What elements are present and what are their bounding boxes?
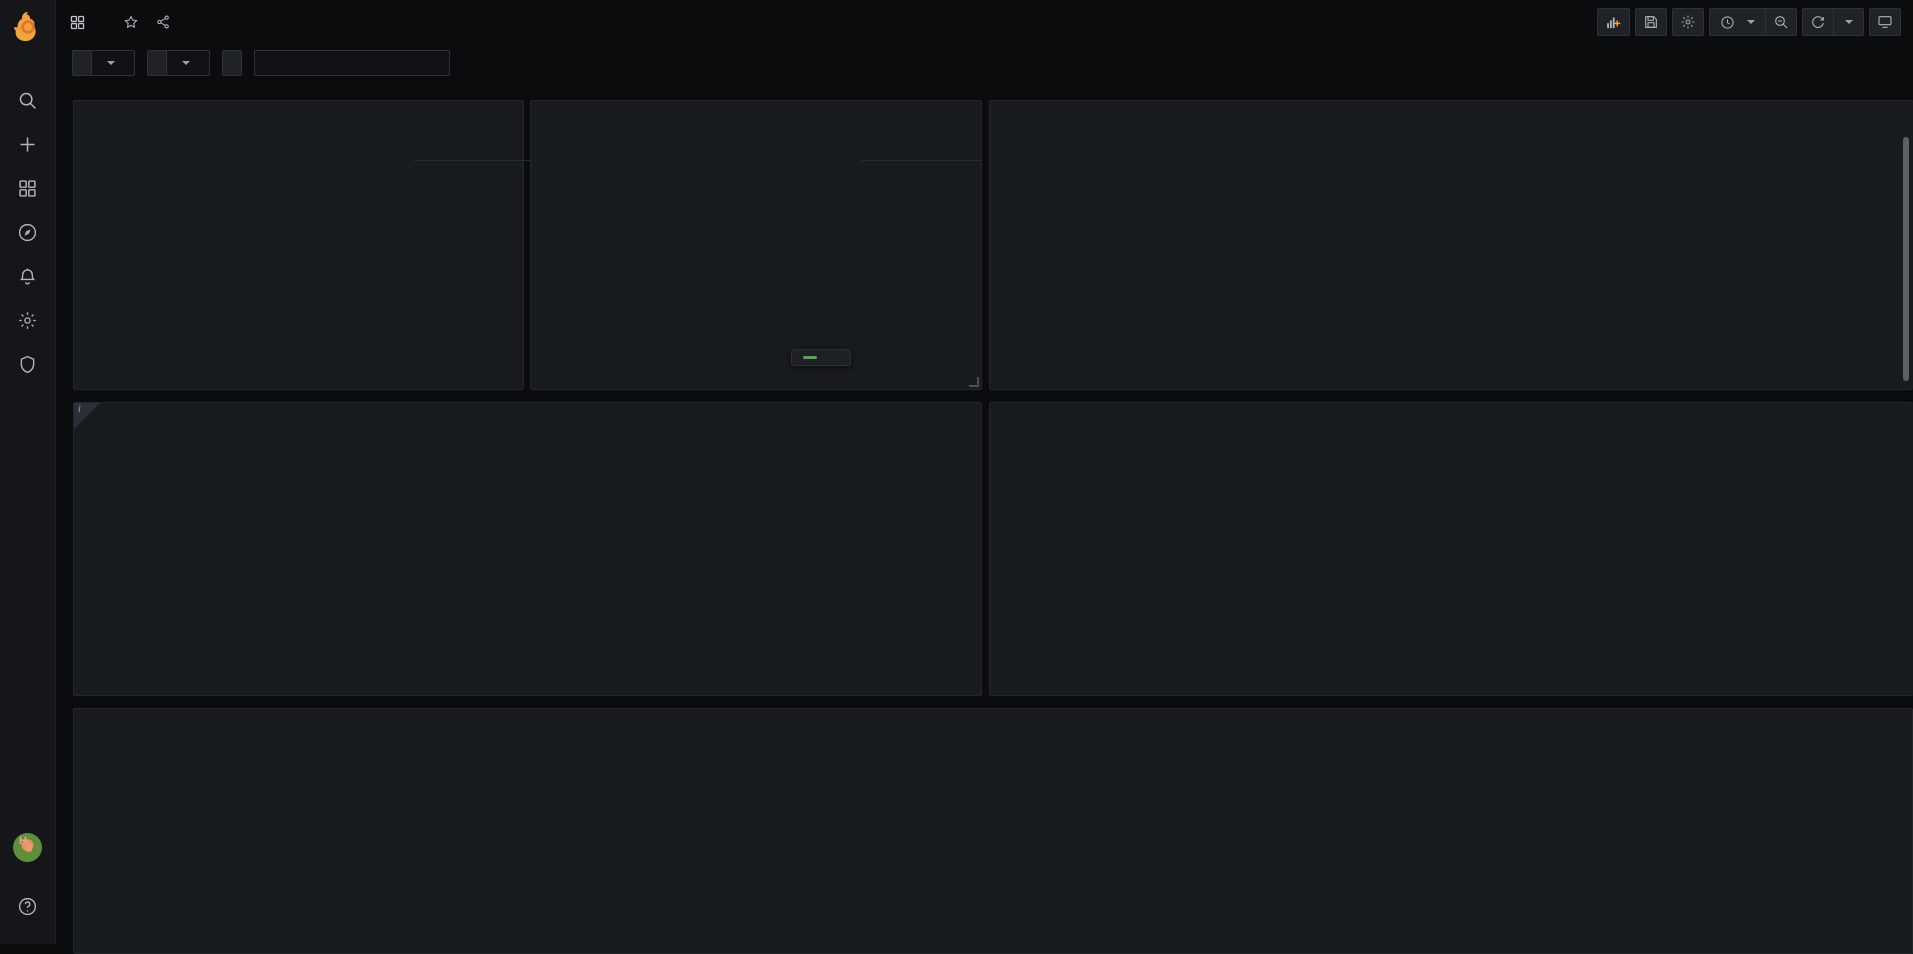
chevron-down-icon [1747,20,1755,24]
variable-label-client-name [72,50,91,76]
timeseries-chart [74,735,1912,953]
time-picker-group [1709,8,1797,36]
variable-select-response-type[interactable] [166,50,210,76]
sidebar-item-configuration[interactable] [7,298,49,342]
star-icon[interactable] [123,14,139,30]
save-icon[interactable] [1635,8,1667,36]
panel-title [74,101,523,108]
sidebar-item-alerting[interactable] [7,254,49,298]
variable-response-type [147,50,210,76]
refresh-icon[interactable] [1802,8,1834,36]
chart-tooltip [791,349,851,366]
pie-chart [149,149,349,349]
clock-icon [1720,15,1735,30]
tv-kiosk-icon[interactable] [1869,8,1901,36]
variable-label-response-type [147,50,166,76]
panel-top-20-effective-tld1: i [73,402,982,696]
panel-query-count-by-response-type [73,100,592,390]
panel-blocked-by-blacklist [530,100,982,390]
dashboard-grid-icon [69,14,86,31]
panel-resize-handle[interactable] [969,377,979,387]
panel-top-20-queried-domains [989,402,1913,696]
add-panel-icon[interactable] [1597,8,1630,36]
sidebar-item-create[interactable] [7,122,49,166]
variable-select-client-name[interactable] [91,50,135,76]
sidebar-item-search[interactable] [7,78,49,122]
sidebar-item-explore[interactable] [7,210,49,254]
variable-label-domain [222,50,242,76]
panel-queries-number-per-client [73,708,1913,954]
legend-value-header [861,157,981,161]
chevron-down-icon [182,61,190,65]
variable-domain-contains [222,50,450,76]
help-icon[interactable] [7,884,49,928]
refresh-group [1802,8,1864,36]
sidebar-item-dashboards[interactable] [7,166,49,210]
panel-title [74,709,1912,716]
panel-title [531,101,981,108]
panel-title [990,101,1913,108]
panel-query-count-by-client [989,100,1913,390]
chevron-down-icon [1844,20,1853,24]
info-icon[interactable]: i [78,404,81,415]
pie-chart [596,149,822,375]
left-sidebar [0,0,56,944]
time-range-picker[interactable] [1709,8,1766,36]
avatar[interactable] [13,833,42,862]
bar-gauge-list [1000,135,1903,383]
template-variables-row [56,44,1913,82]
top-toolbar [56,0,1913,44]
share-icon[interactable] [155,14,171,30]
panel-scrollbar[interactable] [1903,137,1909,381]
zoom-out-icon[interactable] [1766,8,1797,36]
settings-gear-icon[interactable] [1672,8,1704,36]
toolbar-actions [1597,8,1913,36]
horizontal-bar-chart [990,433,1913,693]
horizontal-bar-chart [74,433,981,693]
variable-input-domain[interactable] [254,50,450,76]
breadcrumb [56,14,171,31]
refresh-interval-dropdown[interactable] [1834,8,1864,36]
chevron-down-icon [107,61,115,65]
tooltip-series-color [803,356,817,359]
legend [861,157,981,161]
variable-client-name [72,50,135,76]
sidebar-item-server-admin[interactable] [7,342,49,386]
panel-title [990,403,1913,410]
panel-title [74,403,981,410]
grafana-logo-icon[interactable] [11,10,45,44]
